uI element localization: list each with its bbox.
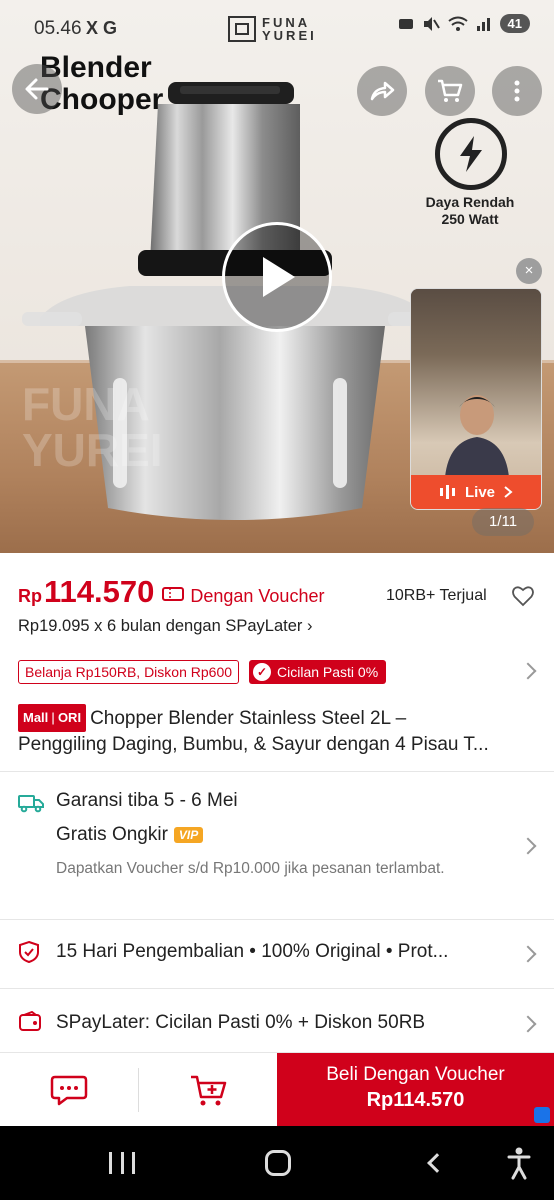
late-delivery-voucher-note: Dapatkan Voucher s/d Rp10.000 jika pesan… [56, 860, 445, 877]
signal-icon [476, 17, 490, 31]
divider [0, 988, 554, 989]
divider [0, 919, 554, 920]
brand-name-line2: YUREI [262, 28, 317, 43]
chat-icon [50, 1075, 88, 1106]
back-nav-button[interactable] [427, 1153, 447, 1173]
share-icon [370, 81, 395, 101]
sold-count: 10RB+ Terjual [386, 587, 487, 604]
buy-price: Rp114.570 [366, 1089, 465, 1111]
voucher-icon [162, 587, 185, 601]
chat-button[interactable] [0, 1053, 138, 1127]
svg-text:FUNA: FUNA [22, 378, 150, 430]
power-label-line1: Daya Rendah [425, 194, 515, 210]
mall-label: Mall [23, 710, 49, 725]
play-video-button[interactable] [222, 222, 332, 332]
spaylater-icon [19, 1011, 41, 1031]
notification-icon [398, 18, 413, 29]
bottom-action-bar: Beli Dengan Voucher Rp114.570 [0, 1052, 554, 1127]
guarantee-list[interactable]: 15 Hari Pengembalian • 100% Original • P… [56, 941, 510, 963]
accessibility-icon[interactable] [506, 1146, 532, 1180]
price-row: Rp 114.570 Dengan Voucher [18, 574, 324, 610]
floating-badge-icon [534, 1107, 550, 1123]
cart-button[interactable] [425, 66, 475, 116]
live-host-figure [445, 395, 509, 477]
chevron-right-icon[interactable] [519, 945, 537, 963]
buy-with-voucher-button[interactable]: Beli Dengan Voucher Rp114.570 [277, 1053, 554, 1127]
recent-apps-button[interactable] [109, 1152, 135, 1174]
product-name-line2: Penggiling Daging, Bumbu, & Sayur dengan… [18, 734, 489, 755]
spaylater-installment-link[interactable]: Rp19.095 x 6 bulan dengan SPayLater › [18, 617, 312, 636]
product-image-carousel[interactable]: FUNA YUREI 05.46 X G 41 FUNA YUREI Blend… [0, 0, 554, 553]
brand-logo-mark [228, 16, 256, 42]
live-bars-icon [439, 485, 455, 499]
back-button[interactable] [12, 64, 62, 114]
add-to-cart-button[interactable] [139, 1053, 277, 1127]
promo-tags-row[interactable]: Belanja Rp150RB, Diskon Rp600 ✓ Cicilan … [18, 658, 536, 686]
check-icon: ✓ [253, 663, 272, 681]
shield-check-icon [19, 940, 39, 964]
chevron-right-icon[interactable] [519, 1015, 537, 1033]
free-shipping[interactable]: Gratis Ongkir VIP [56, 824, 204, 846]
product-page: FUNA YUREI 05.46 X G 41 FUNA YUREI Blend… [0, 0, 554, 1200]
heart-icon[interactable] [511, 584, 535, 608]
live-close-button[interactable]: × [516, 258, 542, 284]
share-button[interactable] [357, 66, 407, 116]
arrow-left-icon [25, 78, 49, 100]
installment-tag-label: Cicilan Pasti 0% [277, 664, 379, 680]
more-vertical-icon [514, 80, 520, 102]
ori-label: ORI [57, 710, 82, 725]
product-title: Mall | ORI Chopper Blender Stainless Ste… [18, 704, 538, 758]
chevron-right-icon [504, 486, 513, 498]
more-options-button[interactable] [492, 66, 542, 116]
add-to-cart-icon [191, 1075, 227, 1106]
battery-level: 41 [499, 14, 530, 33]
lightning-icon [435, 118, 507, 190]
status-time: 05.46 [34, 18, 82, 39]
wifi-icon [447, 16, 468, 31]
live-label: Live [464, 483, 495, 501]
spaylater-promo[interactable]: SPayLater: Cicilan Pasti 0% + Diskon 50R… [56, 1012, 425, 1034]
truck-icon [18, 795, 44, 813]
mute-icon [423, 16, 440, 31]
status-app-icons: X G [86, 18, 118, 38]
divider [0, 771, 554, 772]
power-feature-label: Daya Rendah 250 Watt [410, 194, 530, 228]
status-indicators: 41 [398, 14, 530, 33]
buy-label: Beli Dengan Voucher [326, 1064, 505, 1085]
product-name-line1: Chopper Blender Stainless Steel 2L – [90, 708, 407, 729]
image-counter: 1/11 [472, 508, 534, 536]
live-stream-preview[interactable]: Live [410, 288, 542, 510]
discount-tag: Belanja Rp150RB, Diskon Rp600 [18, 660, 240, 684]
power-label-line2: 250 Watt [441, 211, 499, 227]
price-currency: Rp [18, 586, 42, 606]
price-value: 114.570 [44, 574, 155, 609]
installment-tag: ✓ Cicilan Pasti 0% [249, 660, 387, 684]
chevron-right-icon[interactable] [519, 837, 537, 855]
cart-icon [438, 79, 463, 102]
brand-logo: FUNA YUREI [228, 16, 317, 42]
voucher-label: Dengan Voucher [190, 586, 325, 606]
live-button[interactable]: Live [411, 475, 541, 509]
play-icon [263, 257, 295, 297]
vip-badge: VIP [173, 827, 204, 843]
free-shipping-label: Gratis Ongkir [56, 824, 168, 845]
delivery-guarantee[interactable]: Garansi tiba 5 - 6 Mei [56, 790, 238, 812]
svg-text:YUREI: YUREI [22, 424, 163, 476]
system-navigation-bar [0, 1126, 554, 1200]
mall-ori-badge: Mall | ORI [18, 704, 87, 732]
home-button[interactable] [265, 1150, 291, 1176]
